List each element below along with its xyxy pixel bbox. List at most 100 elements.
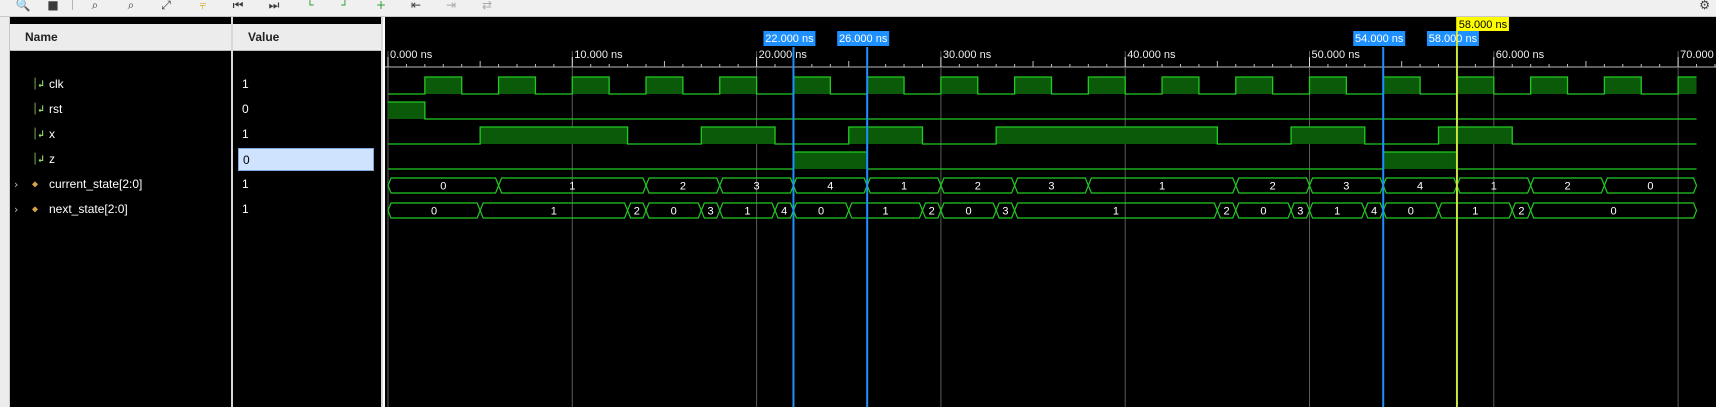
zoom-out-icon[interactable]: ⌕: [123, 0, 139, 11]
signal-row-z[interactable]: │↲ z: [10, 148, 231, 171]
current-state-value-label: 1: [901, 181, 907, 193]
current-state-value-label: 3: [1048, 181, 1054, 193]
time-tick-label: 20.000 ns: [759, 49, 808, 61]
signal-row-next-state[interactable]: › ◆ next_state[2:0]: [10, 198, 231, 221]
signal-name: x: [49, 127, 55, 141]
next-state-value-label: 1: [1472, 206, 1478, 218]
value-wave-divider[interactable]: [381, 17, 383, 407]
zoom-fit-icon[interactable]: ⌕: [87, 0, 103, 11]
time-tick-label: 0.000 ns: [390, 49, 433, 61]
value-column-header[interactable]: Value: [233, 24, 381, 51]
x-high-fill: [701, 127, 776, 144]
next-state-value-label: 1: [883, 206, 889, 218]
bus-signal-icon: ◆: [32, 179, 39, 190]
clk-high-fill: [1678, 77, 1697, 94]
clk-high-fill: [646, 77, 683, 94]
signal-value[interactable]: 0: [238, 98, 374, 121]
bus-signal-icon: ◆: [32, 204, 39, 215]
time-tick-label: 50.000 ns: [1312, 49, 1361, 61]
next-state-value-label: 0: [965, 206, 971, 218]
next-state-value-label: 2: [929, 206, 935, 218]
expand-chevron-icon[interactable]: ›: [14, 173, 24, 196]
clk-high-fill: [793, 77, 831, 94]
next-state-value-label: 2: [1518, 206, 1524, 218]
next-state-value-label: 1: [744, 206, 750, 218]
add-marker-icon[interactable]: +: [373, 0, 389, 11]
clk-high-fill: [1309, 77, 1347, 94]
current-state-value-label: 1: [569, 181, 575, 193]
z-high-fill: [1383, 152, 1457, 169]
current-state-value-label: 1: [1159, 181, 1165, 193]
signal-value[interactable]: 0: [238, 148, 374, 171]
time-marker-label: 22.000 ns: [765, 33, 814, 45]
signal-value[interactable]: 1: [238, 73, 374, 96]
save-icon[interactable]: ■: [45, 0, 61, 11]
time-marker-label: 58.000 ns: [1429, 33, 1478, 45]
next-state-value-label: 4: [1371, 206, 1377, 218]
full-view-icon[interactable]: ⤢: [158, 0, 174, 11]
clk-high-fill: [424, 77, 462, 94]
x-high-fill: [848, 127, 923, 144]
signal-row-current-state[interactable]: › ◆ current_state[2:0]: [10, 173, 231, 196]
next-state-value-label: 0: [1408, 206, 1414, 218]
signal-name: rst: [49, 102, 63, 116]
next-state-value-label: 4: [781, 206, 787, 218]
bit-signal-icon: │↲: [32, 129, 45, 140]
gear-icon[interactable]: ⚙: [1699, 0, 1710, 11]
waveform-toolbar: 🔍 ■ ⌕ ⌕ ⤢ ⫧ ⏮ ⏭ └ ┘ + ⇤ ⇥ ⇄ ⚙: [0, 0, 1716, 17]
expand-chevron-icon[interactable]: ›: [14, 198, 24, 221]
next-state-value-label: 2: [634, 206, 640, 218]
clk-high-fill: [498, 77, 536, 94]
clk-high-fill: [1604, 77, 1642, 94]
next-state-value-label: 0: [671, 206, 677, 218]
signal-value[interactable]: 1: [238, 173, 374, 196]
next-transition-icon[interactable]: ┘: [337, 0, 353, 11]
last-icon[interactable]: ⏭: [266, 0, 282, 11]
bit-signal-icon: │↲: [32, 104, 45, 115]
current-state-value-label: 2: [1270, 181, 1276, 193]
next-state-value-label: 0: [1611, 206, 1617, 218]
clk-high-fill: [572, 77, 610, 94]
current-state-value-label: 3: [1343, 181, 1349, 193]
first-icon[interactable]: ⏮: [230, 0, 246, 11]
signal-value[interactable]: 1: [238, 198, 374, 221]
signal-name: next_state[2:0]: [49, 202, 128, 216]
clk-high-fill: [1530, 77, 1568, 94]
clk-high-fill: [1235, 77, 1273, 94]
waveform-background[interactable]: [385, 17, 1716, 407]
prev-transition-icon[interactable]: └: [302, 0, 318, 11]
next-state-value-label: 1: [1113, 206, 1119, 218]
signal-row-rst[interactable]: │↲ rst: [10, 98, 231, 121]
x-high-fill: [1291, 127, 1365, 144]
bit-signal-icon: │↲: [32, 154, 45, 165]
next-state-value-label: 3: [1297, 206, 1303, 218]
z-high-fill: [793, 152, 868, 169]
time-tick-label: 10.000 ns: [574, 49, 623, 61]
signal-value[interactable]: 1: [238, 123, 374, 146]
next-state-value-label: 0: [1260, 206, 1266, 218]
time-tick-label: 70.000 ns: [1680, 49, 1716, 61]
swap-cursors-icon[interactable]: ⇄: [479, 0, 495, 11]
x-high-fill: [1438, 127, 1513, 144]
x-high-fill: [480, 127, 628, 144]
current-state-value-label: 2: [680, 181, 686, 193]
signal-row-x[interactable]: │↲ x: [10, 123, 231, 146]
next-state-value-label: 1: [1334, 206, 1340, 218]
next-state-value-label: 2: [1224, 206, 1230, 218]
signal-row-clk[interactable]: │↲ clk: [10, 73, 231, 96]
left-strip: [0, 17, 10, 407]
clk-high-fill: [719, 77, 757, 94]
clk-high-fill: [867, 77, 905, 94]
current-state-value-label: 3: [754, 181, 760, 193]
signal-name: clk: [49, 77, 64, 91]
next-marker-icon[interactable]: ⇥: [443, 0, 459, 11]
bit-signal-icon: │↲: [32, 79, 45, 90]
waveform-canvas[interactable]: 0.000 ns 10.000 ns 20.000 ns 30.000 ns 40.00…: [385, 17, 1716, 407]
current-state-value-label: 4: [827, 181, 833, 193]
zoom-in-icon[interactable]: 🔍: [15, 0, 31, 11]
go-to-cursor-icon[interactable]: ⫧: [195, 0, 211, 11]
name-column-header[interactable]: Name: [10, 24, 231, 51]
prev-marker-icon[interactable]: ⇤: [408, 0, 424, 11]
signal-name: current_state[2:0]: [49, 177, 143, 191]
signal-name: z: [49, 152, 55, 166]
